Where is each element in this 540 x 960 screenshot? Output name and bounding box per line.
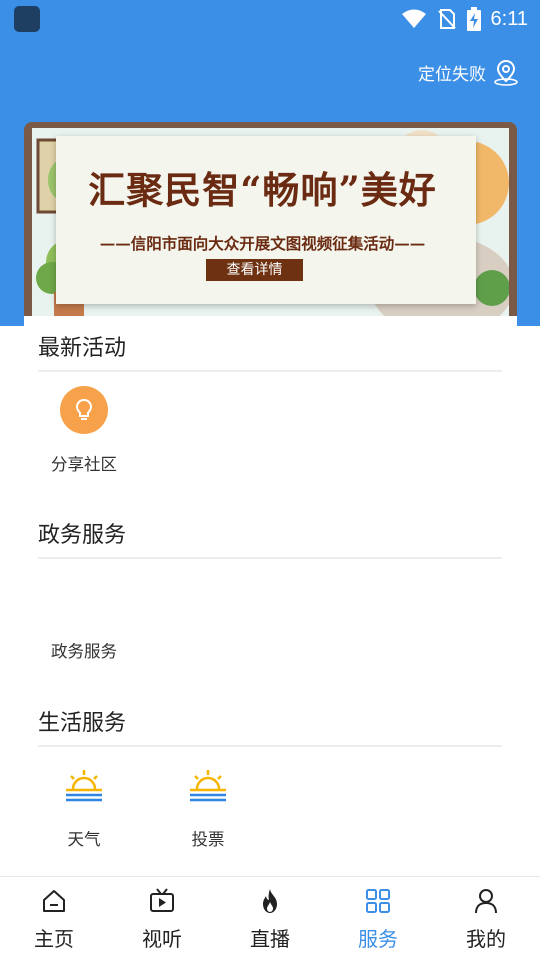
section-life-services: 生活服务 <box>38 703 502 747</box>
nav-item-services[interactable]: 服务 <box>324 877 432 960</box>
nav-item-profile[interactable]: 我的 <box>432 877 540 960</box>
nav-label: 直播 <box>250 927 290 951</box>
nav-item-home[interactable]: 主页 <box>0 877 108 960</box>
wifi-icon <box>401 9 426 28</box>
battery-charging-icon <box>466 7 481 31</box>
app-notification-icon <box>14 6 40 32</box>
grid-item-label: 天气 <box>67 830 101 849</box>
grid-item-label: 分享社区 <box>51 455 117 474</box>
section-divider <box>38 370 502 372</box>
screen: 6:11 定位失败 汇聚民智“畅响”美好 ——信阳市面向大众开展文图视频征集活动… <box>0 0 540 960</box>
nav-label: 我的 <box>466 927 506 951</box>
sunrise-icon <box>66 770 102 802</box>
grid-item-vote[interactable]: 投票 <box>162 768 254 850</box>
flame-icon <box>256 887 284 915</box>
lightbulb-icon <box>60 386 108 434</box>
section-title: 最新活动 <box>38 336 127 361</box>
section-government-services: 政务服务 <box>38 515 502 559</box>
sunrise-icon <box>190 770 226 802</box>
section-title: 政务服务 <box>38 523 127 548</box>
status-bar: 6:11 <box>0 0 540 36</box>
status-time: 6:11 <box>490 7 528 30</box>
home-icon <box>40 887 68 915</box>
grid-item-share-community[interactable]: 分享社区 <box>38 386 130 475</box>
grid-icon <box>364 887 392 915</box>
user-icon <box>472 887 500 915</box>
status-indicators: 6:11 <box>401 6 528 32</box>
nav-item-media[interactable]: 视听 <box>108 877 216 960</box>
grid-item-government-services[interactable]: 政务服务 <box>38 638 130 662</box>
section-divider <box>38 745 502 747</box>
content-card-edge <box>24 316 517 328</box>
nav-item-live[interactable]: 直播 <box>216 877 324 960</box>
bottom-navigation: 主页 视听 直播 服务 我的 <box>0 876 540 960</box>
grid-item-label: 投票 <box>191 830 225 849</box>
location-button[interactable]: 定位失败 <box>418 58 520 86</box>
nav-label: 视听 <box>142 927 182 951</box>
section-latest-activities: 最新活动 <box>38 328 502 372</box>
section-title: 生活服务 <box>38 711 127 736</box>
nav-label: 主页 <box>34 927 74 951</box>
grid-item-weather[interactable]: 天气 <box>38 768 130 850</box>
location-text: 定位失败 <box>418 64 486 85</box>
promo-banner[interactable]: 汇聚民智“畅响”美好 ——信阳市面向大众开展文图视频征集活动—— 查看详情 <box>24 122 517 326</box>
banner-subtitle: ——信阳市面向大众开展文图视频征集活动—— <box>99 234 426 253</box>
section-divider <box>38 557 502 559</box>
banner-title: 汇聚民智“畅响”美好 <box>88 168 437 212</box>
tv-play-icon <box>148 887 176 915</box>
banner-details-button[interactable]: 查看详情 <box>206 259 303 281</box>
grid-item-label: 政务服务 <box>51 642 117 661</box>
location-pin-icon <box>494 59 518 86</box>
nav-label: 服务 <box>358 927 398 951</box>
no-sim-icon <box>437 9 456 29</box>
